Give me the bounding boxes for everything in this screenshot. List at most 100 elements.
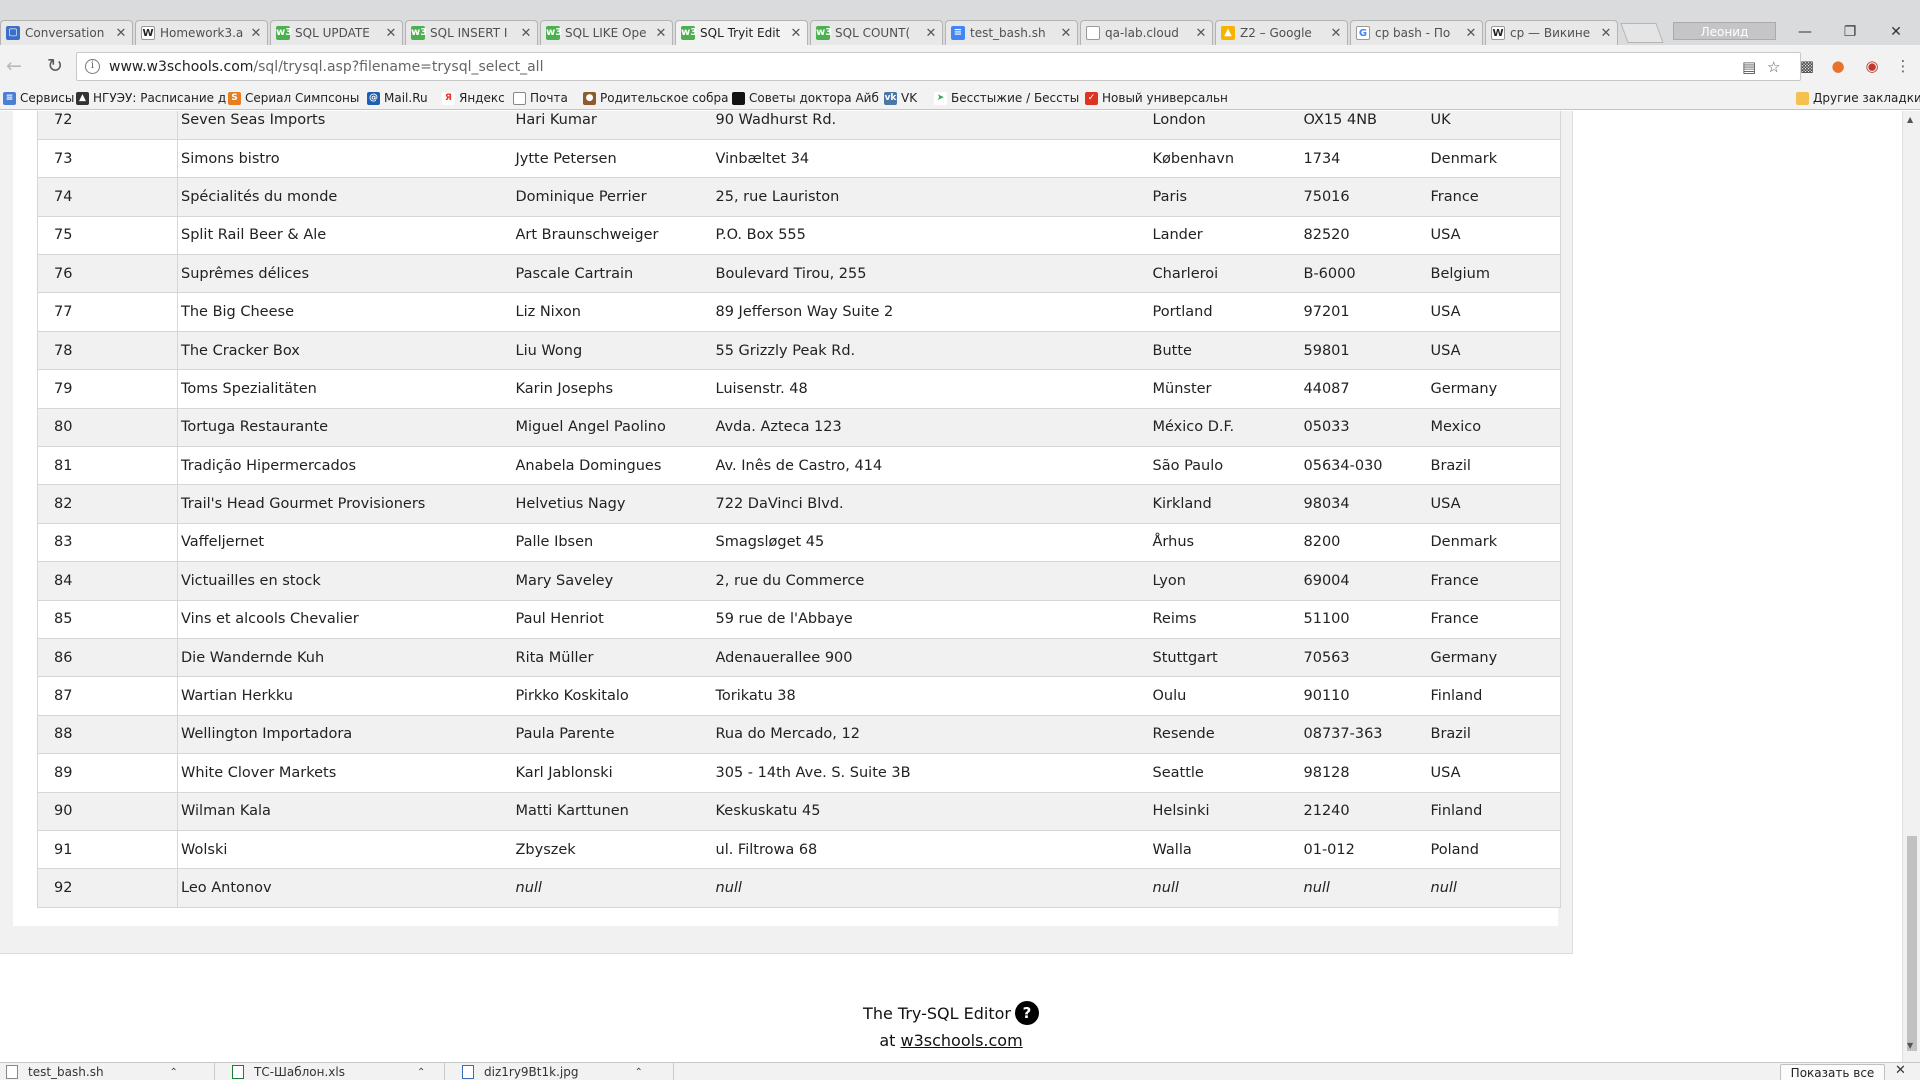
table-cell: B-6000: [1300, 254, 1428, 294]
help-icon[interactable]: ?: [1014, 1001, 1039, 1025]
extension-lastpass-icon[interactable]: ◉: [1862, 56, 1882, 76]
table-cell: Belgium: [1427, 254, 1561, 294]
table-cell: 86: [37, 638, 178, 678]
bookmark-simpsons[interactable]: S Сериал Симпсоны: [228, 91, 359, 105]
scroll-down-icon[interactable]: ▼: [1907, 1041, 1913, 1050]
table-row: 86 Die Wandernde Kuh Rita Müller Adenaueral…: [37, 638, 1561, 678]
bookmark-vk[interactable]: vk VK: [884, 91, 917, 105]
restore-icon[interactable]: ❐: [1830, 20, 1870, 44]
close-tab-icon[interactable]: ✕: [925, 26, 937, 41]
tab-title: qa-lab.cloud: [1105, 26, 1179, 40]
translate-icon[interactable]: ▤: [1742, 58, 1756, 76]
table-cell: 05634-030: [1300, 446, 1428, 486]
tab-1[interactable]: W Homework3.a ✕: [135, 20, 268, 45]
table-cell: Denmark: [1427, 523, 1561, 563]
reload-icon[interactable]: ↻: [47, 55, 63, 77]
table-cell: Suprêmes délices: [177, 254, 513, 294]
tab-2[interactable]: w3 SQL UPDATE ✕: [270, 20, 403, 45]
tab-9[interactable]: ▲ Z2 – Google ✕: [1215, 20, 1348, 45]
chevron-up-icon[interactable]: ⌃: [170, 1067, 178, 1078]
page-content: 72 Seven Seas Imports Hari Kumar 90 Wadhurs…: [0, 111, 1902, 1062]
tab-3[interactable]: w3 SQL INSERT I ✕: [405, 20, 538, 45]
bookmark-other[interactable]: Другие закладки: [1796, 91, 1920, 105]
bookmark-ngueu[interactable]: ▲ НГУЭУ: Расписание д: [76, 91, 226, 105]
tab-10[interactable]: Gcp bash - По ✕: [1350, 20, 1483, 45]
close-tab-icon[interactable]: ✕: [1465, 26, 1477, 41]
bookmark-parents[interactable]: ● Родительское собра: [583, 91, 728, 105]
bookmark-mailru[interactable]: @ Mail.Ru: [367, 91, 428, 105]
download-item[interactable]: test_bash.sh ⌃: [6, 1063, 178, 1080]
bookmark-shameless[interactable]: ➤ Бесстыжие / Бессты: [934, 91, 1079, 105]
scrollbar-thumb[interactable]: [1907, 836, 1917, 1051]
close-tab-icon[interactable]: ✕: [655, 26, 667, 41]
extension-fox-icon[interactable]: ●: [1828, 56, 1848, 76]
page-scrollbar[interactable]: ▲ ▼: [1902, 111, 1920, 1062]
tab-11[interactable]: Wcp — Викине ✕: [1485, 20, 1618, 45]
close-tab-icon[interactable]: ✕: [385, 26, 397, 41]
show-all-downloads-button[interactable]: Показать все: [1780, 1064, 1885, 1080]
table-cell: ul. Filtrowa 68: [712, 830, 1150, 870]
download-item[interactable]: ТС-Шаблон.xls ⌃: [232, 1063, 425, 1080]
table-row: 87 Wartian Herkku Pirkko Koskitalo Torikatu…: [37, 676, 1561, 716]
close-tab-icon[interactable]: ✕: [790, 26, 802, 41]
table-cell: 81: [37, 446, 178, 486]
table-cell: 05033: [1300, 408, 1428, 448]
vk-icon: vk: [884, 91, 897, 105]
table-cell: Charleroi: [1149, 254, 1301, 294]
table-cell: Luisenstr. 48: [712, 369, 1150, 409]
close-tab-icon[interactable]: ✕: [1195, 26, 1207, 41]
bookmark-doctor[interactable]: Советы доктора Айб: [732, 91, 879, 105]
table-cell: 2, rue du Commerce: [712, 561, 1150, 601]
bookmark-label: Родительское собра: [600, 91, 729, 105]
table-cell: 82520: [1300, 216, 1428, 256]
tab-title: cp bash - По: [1375, 26, 1451, 40]
back-icon[interactable]: ←: [6, 55, 22, 77]
close-tab-icon[interactable]: ✕: [520, 26, 532, 41]
table-cell: null: [1427, 868, 1561, 908]
address-bar[interactable]: i www.w3schools.com/sql/trysql.asp?filen…: [76, 52, 1801, 81]
bookmark-star-icon[interactable]: ☆: [1767, 58, 1780, 76]
site-info-icon[interactable]: i: [85, 59, 100, 74]
close-downloads-icon[interactable]: ✕: [1895, 1063, 1906, 1078]
new-tab-button[interactable]: [1620, 23, 1664, 43]
table-row: 84 Victuailles en stock Mary Saveley 2, rue…: [37, 561, 1561, 601]
table-cell: 98128: [1300, 753, 1428, 793]
close-tab-icon[interactable]: ✕: [1330, 26, 1342, 41]
close-tab-icon[interactable]: ✕: [115, 26, 127, 41]
tab-7[interactable]: ≡ test_bash.sh ✕: [945, 20, 1078, 45]
bookmark-yandex[interactable]: Я Яндекс: [442, 91, 505, 105]
table-cell: 78: [37, 331, 178, 371]
bookmark-universal[interactable]: ✓ Новый универсальн: [1085, 91, 1228, 105]
bookmark-mail[interactable]: Почта: [513, 91, 568, 105]
tab-8[interactable]: qa-lab.cloud ✕: [1080, 20, 1213, 45]
chevron-up-icon[interactable]: ⌃: [417, 1067, 425, 1078]
close-tab-icon[interactable]: ✕: [1060, 26, 1072, 41]
download-item[interactable]: diz1ry9Bt1k.jpg ⌃: [462, 1063, 643, 1080]
table-cell: 305 - 14th Ave. S. Suite 3B: [712, 753, 1150, 793]
scroll-up-icon[interactable]: ▲: [1907, 115, 1913, 124]
menu-icon[interactable]: ⋮: [1893, 56, 1913, 76]
close-tab-icon[interactable]: ✕: [1600, 26, 1612, 41]
tab-0[interactable]: ▢ Conversation ✕: [0, 20, 133, 45]
table-cell: 97201: [1300, 292, 1428, 332]
table-cell: Tortuga Restaurante: [177, 408, 513, 448]
table-cell: Zbyszek: [512, 830, 713, 870]
w3schools-link[interactable]: w3schools.com: [901, 1031, 1023, 1050]
close-tab-icon[interactable]: ✕: [250, 26, 262, 41]
extension-icon[interactable]: ▩: [1797, 56, 1817, 76]
profile-button[interactable]: Леонид Антонов: [1673, 22, 1776, 57]
tab-title: SQL UPDATE: [295, 26, 370, 40]
bookmark-services[interactable]: ≡ Сервисы: [3, 91, 74, 105]
table-cell: Adenauerallee 900: [712, 638, 1150, 678]
close-window-icon[interactable]: ✕: [1876, 20, 1916, 44]
minimize-icon[interactable]: —: [1785, 20, 1825, 44]
table-cell: Paula Parente: [512, 715, 713, 755]
table-cell: Seattle: [1149, 753, 1301, 793]
chevron-up-icon[interactable]: ⌃: [634, 1067, 642, 1078]
table-row: 76 Suprêmes délices Pascale Cartrain Boulev…: [37, 254, 1561, 294]
tab-6[interactable]: w3 SQL COUNT(✕: [810, 20, 943, 45]
table-cell: 92: [37, 868, 178, 908]
tab-5[interactable]: w3 SQL Tryit Edit ✕: [675, 20, 808, 45]
table-cell: 91: [37, 830, 178, 870]
tab-4[interactable]: w3 SQL LIKE Ope ✕: [540, 20, 673, 45]
